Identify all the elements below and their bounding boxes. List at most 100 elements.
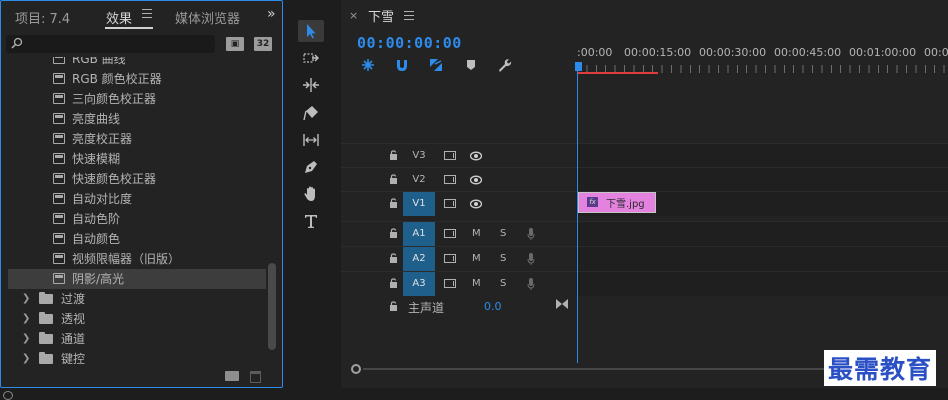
effect-item-selected[interactable]: 阴影/高光 [8, 269, 266, 289]
zoom-handle[interactable] [351, 364, 361, 374]
nest-toggle-button[interactable] [360, 57, 376, 73]
effect-item[interactable]: RGB 曲线 [8, 57, 266, 69]
effect-preset-icon [53, 273, 65, 284]
effect-item[interactable]: 视频限幅器（旧版） [8, 249, 266, 269]
effect-item[interactable]: 亮度曲线 [8, 109, 266, 129]
ripple-edit-icon [303, 78, 319, 92]
solo-button[interactable]: S [500, 253, 506, 264]
lock-icon[interactable] [389, 198, 398, 208]
add-marker-button[interactable] [463, 57, 479, 73]
effects-search-input[interactable] [6, 35, 215, 53]
folder-item[interactable]: ❯ 通道 [8, 329, 266, 349]
chevron-right-icon[interactable]: ❯ [22, 349, 30, 367]
track-target-v3[interactable]: V3 [403, 144, 435, 168]
timeline-settings-button[interactable] [496, 57, 512, 73]
microphone-icon[interactable] [527, 277, 535, 291]
linked-selection-button[interactable] [428, 57, 444, 73]
lock-icon[interactable] [389, 174, 398, 184]
track-target-a3[interactable]: A3 [403, 272, 435, 296]
32bit-effects-icon[interactable]: 32 [254, 37, 272, 51]
sync-lock-film-icon[interactable] [444, 279, 456, 288]
effect-item[interactable]: RGB 颜色校正器 [8, 69, 266, 89]
effect-item[interactable]: 自动对比度 [8, 189, 266, 209]
work-area-bar[interactable] [577, 72, 658, 74]
sequence-tab-title[interactable]: 下雪 [368, 6, 394, 25]
eye-icon[interactable] [470, 198, 482, 210]
track-lane[interactable] [576, 222, 948, 246]
folder-item[interactable]: ❯ 透视 [8, 309, 266, 329]
effect-item[interactable]: 快速模糊 [8, 149, 266, 169]
tab-effects[interactable]: 效果 [106, 8, 132, 27]
solo-button[interactable]: S [500, 278, 506, 289]
tab-project[interactable]: 项目: 7.4 [15, 8, 70, 27]
chevron-right-icon[interactable]: ❯ [22, 289, 30, 309]
effect-item[interactable]: 快速颜色校正器 [8, 169, 266, 189]
zoom-track[interactable] [363, 368, 833, 370]
folder-item[interactable]: ❯ 键控 [8, 349, 266, 367]
lock-icon[interactable] [389, 301, 398, 311]
razor-tool-button[interactable] [298, 102, 324, 124]
slip-tool-button[interactable] [298, 129, 324, 151]
track-lane[interactable] [576, 168, 948, 192]
close-sequence-icon[interactable]: × [349, 9, 358, 22]
mute-button[interactable]: M [472, 278, 481, 289]
accelerated-effects-icon[interactable]: ▣ [226, 37, 244, 51]
type-tool-button[interactable] [298, 210, 324, 232]
track-lane[interactable] [576, 144, 948, 168]
playhead-handle[interactable] [575, 62, 582, 71]
track-lane[interactable] [576, 247, 948, 271]
folder-icon [39, 312, 53, 324]
track-target-a2[interactable]: A2 [403, 247, 435, 271]
effect-item[interactable]: 亮度校正器 [8, 129, 266, 149]
new-bin-icon[interactable] [225, 371, 239, 381]
snap-button[interactable] [394, 57, 410, 73]
sync-lock-film-icon[interactable] [444, 151, 456, 160]
sequence-menu-icon[interactable] [404, 11, 414, 21]
solo-button[interactable]: S [500, 228, 506, 239]
timeline-clip[interactable]: fx 下雪.jpg [578, 192, 656, 213]
track-lane[interactable] [576, 272, 948, 296]
go-to-end-bowtie-icon[interactable] [556, 299, 568, 309]
track-target-v2[interactable]: V2 [403, 168, 435, 192]
master-track-label: 主声道 [408, 301, 445, 315]
lock-icon[interactable] [389, 228, 398, 238]
eye-icon[interactable] [470, 150, 482, 162]
arrow-pointer-icon [307, 24, 316, 39]
master-volume-value[interactable]: 0.0 [484, 300, 502, 313]
lock-icon[interactable] [389, 253, 398, 263]
mute-button[interactable]: M [472, 253, 481, 264]
track-select-tool-button[interactable] [298, 47, 324, 69]
trash-icon[interactable] [250, 371, 261, 383]
overflow-chevron-icon[interactable]: » [267, 6, 275, 22]
effect-item[interactable]: 三向颜色校正器 [8, 89, 266, 109]
panel-menu-icon[interactable] [142, 9, 152, 19]
chevron-right-icon[interactable]: ❯ [22, 309, 30, 329]
microphone-icon[interactable] [527, 252, 535, 266]
microphone-icon[interactable] [527, 227, 535, 241]
effect-item[interactable]: 自动颜色 [8, 229, 266, 249]
lock-icon[interactable] [389, 278, 398, 288]
sync-lock-film-icon[interactable] [444, 199, 456, 208]
folder-item[interactable]: ❯ 过渡 [8, 289, 266, 309]
tab-media-browser[interactable]: 媒体浏览器 [175, 8, 240, 27]
sync-lock-film-icon[interactable] [444, 175, 456, 184]
status-icon[interactable] [3, 391, 13, 400]
track-target-a1[interactable]: A1 [403, 222, 435, 246]
track-target-v1[interactable]: V1 [403, 192, 435, 216]
lock-icon[interactable] [389, 150, 398, 160]
hand-tool-button[interactable] [298, 183, 324, 205]
sync-lock-film-icon[interactable] [444, 229, 456, 238]
effects-scrollbar[interactable] [268, 263, 276, 350]
pen-tool-button[interactable] [298, 156, 324, 178]
track-v3: V3 [341, 143, 948, 168]
time-ruler[interactable]: :00:00 00:00:15:00 00:00:30:00 00:00:45:… [577, 40, 948, 75]
ripple-edit-tool-button[interactable] [298, 74, 324, 96]
selection-tool-button[interactable] [298, 20, 324, 42]
playhead-timecode[interactable]: 00:00:00:00 [357, 34, 462, 52]
chevron-right-icon[interactable]: ❯ [22, 329, 30, 349]
effect-preset-icon [53, 253, 65, 264]
sync-lock-film-icon[interactable] [444, 254, 456, 263]
mute-button[interactable]: M [472, 228, 481, 239]
effect-item[interactable]: 自动色阶 [8, 209, 266, 229]
eye-icon[interactable] [470, 174, 482, 186]
